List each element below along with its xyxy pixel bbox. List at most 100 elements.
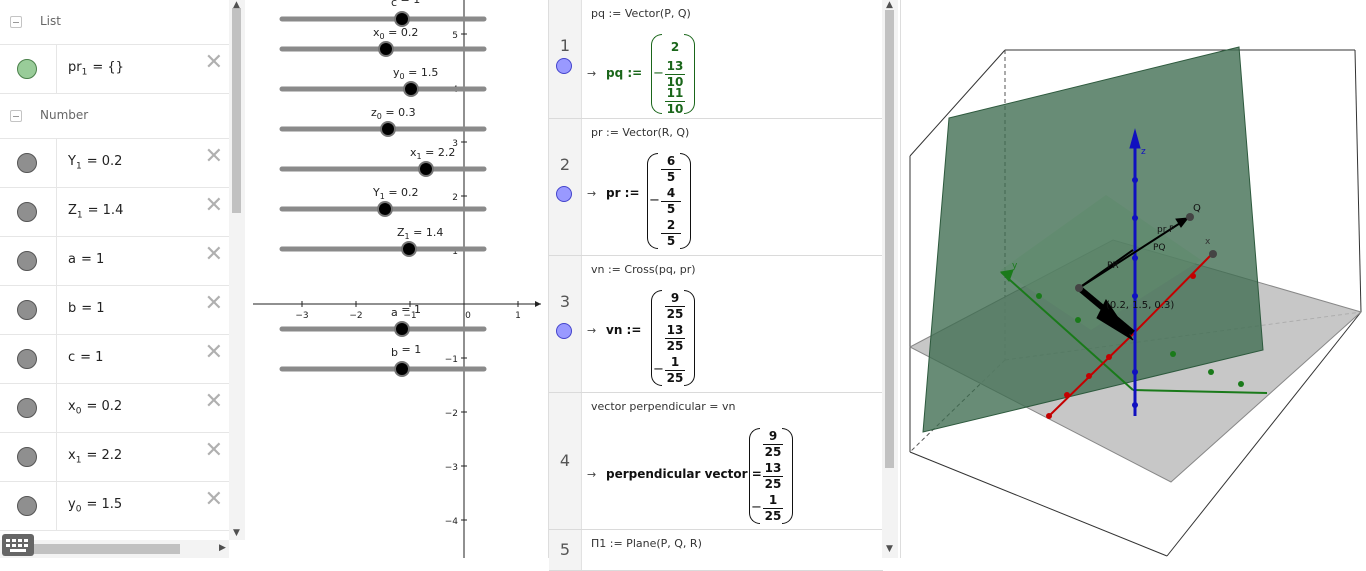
cas-output-name: pq := [606, 66, 643, 80]
visibility-dot-icon[interactable] [17, 59, 37, 79]
group-header-number[interactable]: Number [0, 94, 229, 139]
delete-icon[interactable]: ✕ [205, 195, 223, 217]
visibility-toggle[interactable] [0, 45, 57, 93]
cas-input[interactable]: pq := Vector(P, Q) [591, 7, 691, 20]
scroll-thumb[interactable] [885, 10, 894, 468]
cas-cell[interactable]: 3 vn := Cross(pq, pr) → vn := 9 25 13 25 1 25− [549, 256, 883, 393]
cas-row-header[interactable]: 1 [549, 0, 582, 118]
cas-row-header[interactable]: 4 [549, 393, 582, 529]
cas-input[interactable]: pr := Vector(R, Q) [591, 126, 689, 139]
delete-icon[interactable]: ✕ [205, 293, 223, 315]
delete-icon[interactable]: ✕ [205, 489, 223, 511]
delete-icon[interactable]: ✕ [205, 391, 223, 413]
visibility-dot-icon[interactable] [17, 153, 37, 173]
cas-cell[interactable]: 2 pr := Vector(R, Q) → pr := 6 5 4 5−2 5 [549, 119, 883, 256]
cas-row-header[interactable]: 2 [549, 119, 582, 255]
denominator: 25 [666, 371, 684, 385]
slider-knob[interactable] [378, 41, 394, 57]
cas-scrollbar[interactable]: ▲ ▼ [882, 0, 898, 558]
collapse-toggle-icon[interactable] [10, 16, 22, 28]
graphics-3d-canvas[interactable]: Q (0.2, 1.5, 0.3) PQ PR pr y x z P [901, 0, 1366, 558]
graphics-view-2d[interactable]: −3−2−10154321−1−2−3−4c = 1x0 = 0.2y0 = 1… [245, 0, 545, 558]
slider-knob[interactable] [403, 81, 419, 97]
visibility-toggle[interactable] [0, 139, 57, 187]
algebra-expression[interactable]: c = 1 [68, 350, 103, 368]
algebra-expression[interactable]: x1 = 2.2 [68, 448, 122, 466]
algebra-row[interactable]: pr1 = {} ✕ [0, 45, 229, 94]
slider-knob[interactable] [380, 121, 396, 137]
scroll-thumb[interactable] [232, 8, 241, 213]
cas-input[interactable]: vector perpendicular = vn [591, 400, 735, 413]
algebra-row[interactable]: Z1 = 1.4 ✕ [0, 188, 229, 237]
scroll-down-icon[interactable]: ▼ [233, 528, 240, 538]
cas-row-header[interactable]: 5 [549, 530, 582, 570]
collapse-toggle-icon[interactable] [10, 110, 22, 122]
cas-input[interactable]: Π1 := Plane(P, Q, R) [591, 537, 702, 550]
visibility-toggle[interactable] [0, 482, 57, 530]
cas-cell[interactable]: 1 pq := Vector(P, Q) → pq := 2 13 10 −11 10 [549, 0, 883, 119]
group-label: List [40, 14, 61, 28]
vector-component: 2 [665, 40, 685, 55]
cas-row-header[interactable]: 3 [549, 256, 582, 392]
slider-knob[interactable] [377, 201, 393, 217]
algebra-row[interactable]: x1 = 2.2 ✕ [0, 433, 229, 482]
algebra-row[interactable]: a = 1 ✕ [0, 237, 229, 286]
graphics-view-3d[interactable]: Q (0.2, 1.5, 0.3) PQ PR pr y x z P [900, 0, 1366, 558]
group-header-list[interactable]: List [0, 0, 229, 45]
slider-knob[interactable] [418, 161, 434, 177]
slider-label: Z1 = 1.4 [397, 226, 443, 241]
algebra-row[interactable]: y0 = 1.5 ✕ [0, 482, 229, 531]
visibility-dot-icon[interactable] [17, 251, 37, 271]
visibility-toggle[interactable] [0, 286, 57, 334]
visibility-toggle[interactable] [0, 237, 57, 285]
visibility-dot-icon[interactable] [17, 202, 37, 222]
algebra-expression[interactable]: y0 = 1.5 [68, 497, 122, 515]
visibility-dot-icon[interactable] [17, 300, 37, 320]
algebra-expression[interactable]: x0 = 0.2 [68, 399, 122, 417]
slider-knob[interactable] [401, 241, 417, 257]
cas-cell[interactable]: 4 vector perpendicular = vn → perpendicular… [549, 393, 883, 530]
algebra-expression[interactable]: a = 1 [68, 252, 104, 270]
visibility-dot-icon[interactable] [17, 496, 37, 516]
visibility-toggle[interactable] [0, 384, 57, 432]
visibility-toggle[interactable] [0, 188, 57, 236]
vector-component: 11 10 [665, 86, 685, 117]
delete-icon[interactable]: ✕ [205, 244, 223, 266]
delete-icon[interactable]: ✕ [205, 52, 223, 74]
slider-label: Y1 = 0.2 [372, 186, 419, 201]
slider-knob[interactable] [394, 321, 410, 337]
graphics-2d-canvas[interactable]: −3−2−10154321−1−2−3−4c = 1x0 = 0.2y0 = 1… [245, 0, 545, 558]
visibility-dot-icon[interactable] [17, 349, 37, 369]
algebra-vertical-scrollbar[interactable]: ▲ ▼ [229, 0, 245, 540]
cas-input[interactable]: vn := Cross(pq, pr) [591, 263, 696, 276]
cas-visibility-dot-icon[interactable] [556, 323, 572, 339]
algebra-row[interactable]: x0 = 0.2 ✕ [0, 384, 229, 433]
visibility-dot-icon[interactable] [17, 398, 37, 418]
visibility-toggle[interactable] [0, 335, 57, 383]
cas-visibility-dot-icon[interactable] [556, 186, 572, 202]
visibility-toggle[interactable] [0, 433, 57, 481]
scroll-down-icon[interactable]: ▼ [886, 544, 893, 554]
algebra-expression[interactable]: b = 1 [68, 301, 105, 319]
scroll-up-icon[interactable]: ▲ [886, 0, 893, 10]
slider-knob[interactable] [394, 11, 410, 27]
algebra-expression[interactable]: Z1 = 1.4 [68, 203, 123, 221]
cas-cell[interactable]: 5 Π1 := Plane(P, Q, R) [549, 530, 883, 571]
algebra-row[interactable]: c = 1 ✕ [0, 335, 229, 384]
cas-visibility-dot-icon[interactable] [556, 58, 572, 74]
algebra-expression[interactable]: Y1 = 0.2 [68, 154, 122, 172]
algebra-row[interactable]: Y1 = 0.2 ✕ [0, 139, 229, 188]
y-tick-label: −3 [445, 463, 458, 473]
delete-icon[interactable]: ✕ [205, 342, 223, 364]
delete-icon[interactable]: ✕ [205, 440, 223, 462]
keyboard-icon[interactable] [2, 534, 34, 556]
algebra-row[interactable]: b = 1 ✕ [0, 286, 229, 335]
delete-icon[interactable]: ✕ [205, 146, 223, 168]
scroll-thumb[interactable] [34, 544, 180, 554]
slider-knob[interactable] [394, 361, 410, 377]
algebra-expression[interactable]: pr1 = {} [68, 60, 124, 78]
scroll-right-icon[interactable]: ▶ [219, 543, 226, 553]
scroll-up-icon[interactable]: ▲ [233, 0, 240, 10]
visibility-dot-icon[interactable] [17, 447, 37, 467]
algebra-horizontal-scrollbar[interactable]: ▶ [0, 540, 229, 558]
